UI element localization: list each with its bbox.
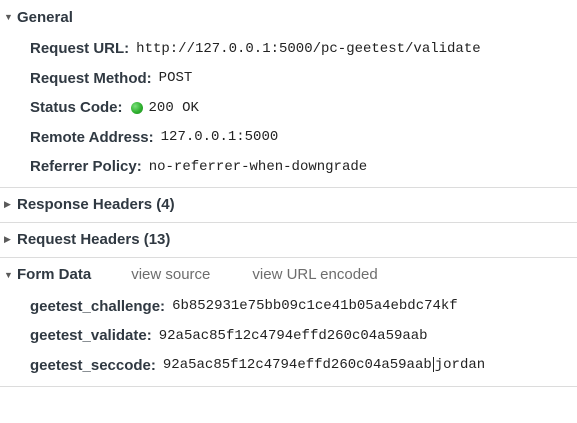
- form-data-rows: geetest_challenge: 6b852931e75bb09c1ce41…: [0, 292, 577, 387]
- form-data-title: Form Data: [17, 266, 92, 283]
- request-method-row: Request Method: POST: [0, 64, 577, 94]
- general-title: General: [17, 8, 73, 26]
- status-code-key: Status Code:: [30, 99, 123, 117]
- remote-address-value: 127.0.0.1:5000: [160, 129, 279, 146]
- text-cursor: [432, 357, 434, 373]
- geetest-challenge-row: geetest_challenge: 6b852931e75bb09c1ce41…: [0, 292, 577, 322]
- status-code-row: Status Code: 200 OK: [0, 93, 577, 123]
- referrer-policy-row: Referrer Policy: no-referrer-when-downgr…: [0, 152, 577, 182]
- triangle-right-icon[interactable]: ▶: [4, 199, 16, 210]
- view-source-link[interactable]: view source: [131, 266, 210, 283]
- request-url-key: Request URL:: [30, 40, 130, 58]
- general-header[interactable]: ▼ General: [0, 0, 577, 34]
- triangle-right-icon[interactable]: ▶: [4, 234, 16, 245]
- general-rows: Request URL: http://127.0.0.1:5000/pc-ge…: [0, 34, 577, 187]
- geetest-validate-row: geetest_validate: 92a5ac85f12c4794effd26…: [0, 321, 577, 351]
- geetest-seccode-value: 92a5ac85f12c4794effd260c04a59aab jordan: [163, 357, 485, 373]
- divider: [0, 386, 577, 387]
- request-method-key: Request Method:: [30, 69, 152, 87]
- request-headers-header[interactable]: ▶ Request Headers (13): [0, 223, 577, 257]
- request-headers-section: ▶ Request Headers (13): [0, 223, 577, 257]
- form-data-section: ▼ Form Data view source view URL encoded…: [0, 258, 577, 387]
- geetest-validate-value: 92a5ac85f12c4794effd260c04a59aab: [158, 327, 428, 344]
- response-headers-section: ▶ Response Headers (4): [0, 188, 577, 222]
- referrer-policy-key: Referrer Policy:: [30, 158, 142, 176]
- geetest-challenge-value: 6b852931e75bb09c1ce41b05a4ebdc74kf: [172, 298, 458, 315]
- request-url-row: Request URL: http://127.0.0.1:5000/pc-ge…: [0, 34, 577, 64]
- status-ok-icon: [130, 101, 143, 114]
- request-method-value: POST: [158, 70, 193, 87]
- request-url-value: http://127.0.0.1:5000/pc-geetest/validat…: [136, 40, 481, 57]
- view-url-encoded-link[interactable]: view URL encoded: [252, 266, 377, 283]
- geetest-seccode-value-part1: 92a5ac85f12c4794effd260c04a59aab: [162, 357, 432, 374]
- triangle-down-icon[interactable]: ▼: [4, 270, 16, 280]
- status-code-value: 200 OK: [148, 99, 199, 116]
- request-headers-title: Request Headers (13): [17, 231, 171, 248]
- response-headers-header[interactable]: ▶ Response Headers (4): [0, 188, 577, 222]
- form-data-header[interactable]: ▼ Form Data view source view URL encoded: [0, 258, 577, 292]
- response-headers-title: Response Headers (4): [17, 196, 175, 213]
- referrer-policy-value: no-referrer-when-downgrade: [148, 158, 368, 175]
- general-section: ▼ General Request URL: http://127.0.0.1:…: [0, 0, 577, 187]
- geetest-seccode-row: geetest_seccode: 92a5ac85f12c4794effd260…: [0, 351, 577, 381]
- geetest-challenge-key: geetest_challenge:: [30, 297, 166, 315]
- geetest-seccode-key: geetest_seccode:: [30, 356, 156, 374]
- geetest-validate-key: geetest_validate:: [30, 327, 152, 345]
- geetest-seccode-value-part2: jordan: [434, 357, 486, 374]
- triangle-down-icon[interactable]: ▼: [4, 12, 16, 22]
- remote-address-row: Remote Address: 127.0.0.1:5000: [0, 123, 577, 153]
- remote-address-key: Remote Address:: [30, 128, 154, 146]
